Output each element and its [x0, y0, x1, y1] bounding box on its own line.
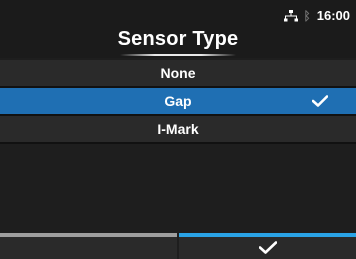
clock: 16:00 [316, 8, 350, 23]
back-button[interactable] [0, 233, 177, 259]
page-title: Sensor Type [117, 28, 239, 50]
list-item-label: None [160, 65, 196, 81]
list-item-gap[interactable]: Gap [0, 88, 356, 116]
sensor-type-list: None Gap I-Mark [0, 60, 356, 144]
header: ᛒ 16:00 Sensor Type [0, 0, 356, 58]
list-item-label: I-Mark [157, 121, 199, 137]
title-underline [120, 54, 236, 56]
list-item-none[interactable]: None [0, 60, 356, 88]
network-icon [283, 9, 298, 22]
list-item-i-mark[interactable]: I-Mark [0, 116, 356, 144]
ok-button[interactable] [179, 233, 356, 259]
checkmark-icon [258, 241, 277, 254]
list-item-label: Gap [164, 93, 192, 109]
footer [0, 233, 356, 259]
checkmark-icon [312, 95, 328, 107]
bluetooth-icon: ᛒ [303, 8, 311, 23]
status-bar: ᛒ 16:00 [283, 8, 350, 23]
